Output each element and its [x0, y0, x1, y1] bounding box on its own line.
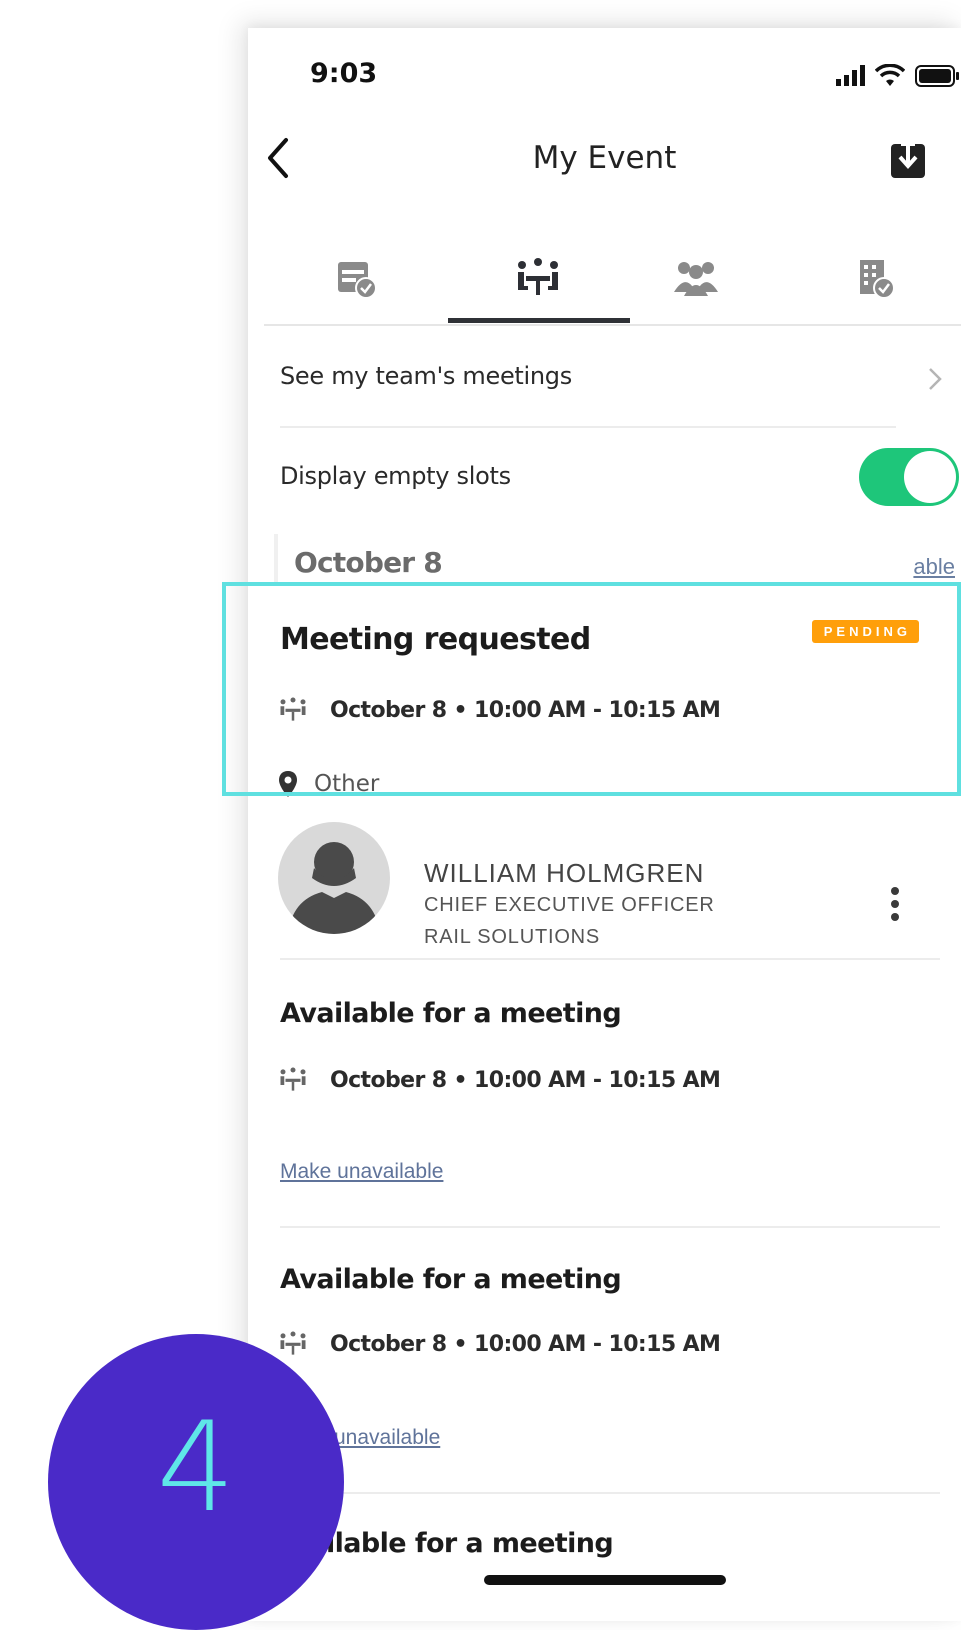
- step-number: 4: [156, 1396, 236, 1540]
- tab-exhibitors[interactable]: [814, 248, 934, 308]
- team-meetings-row[interactable]: See my team's meetings: [280, 340, 961, 416]
- slot-datetime: October 8 • 10:00 AM - 10:15 AM: [330, 1067, 721, 1093]
- tab-bar: [264, 234, 961, 326]
- highlight-outline: [222, 582, 961, 796]
- active-tab-indicator: [448, 318, 630, 323]
- team-meetings-label: See my team's meetings: [280, 362, 572, 390]
- download-icon[interactable]: [889, 138, 927, 180]
- divider: [280, 426, 896, 428]
- tab-people[interactable]: [636, 248, 756, 308]
- slot-title: Available for a meeting: [280, 1264, 622, 1295]
- empty-slots-row: Display empty slots: [280, 440, 961, 516]
- divider: [280, 1492, 940, 1494]
- status-icons: [835, 64, 961, 88]
- empty-slots-label: Display empty slots: [280, 462, 511, 490]
- tab-agenda[interactable]: [296, 248, 416, 308]
- status-time: 9:03: [310, 58, 378, 89]
- toggle-knob: [904, 451, 956, 503]
- attendee-role: CHIEF EXECUTIVE OFFICER: [424, 894, 715, 916]
- meeting-table-icon: [280, 1331, 306, 1355]
- make-unavailable-link[interactable]: Make unavailable: [280, 1160, 443, 1184]
- calendar-check-icon: [338, 262, 377, 299]
- divider: [280, 958, 940, 960]
- person-silhouette-icon: [288, 842, 380, 934]
- building-check-icon: [860, 260, 895, 299]
- wifi-icon: [875, 64, 905, 86]
- attendee-company: RAIL SOLUTIONS: [424, 926, 601, 948]
- battery-icon: [915, 65, 959, 87]
- people-group-icon: [674, 262, 718, 296]
- make-unavailable-link[interactable]: unavailable: [334, 1426, 440, 1450]
- slot-title: Available for a meeting: [280, 998, 622, 1029]
- divider: [280, 1226, 940, 1228]
- chevron-right-icon: [929, 368, 942, 390]
- page-title: My Event: [532, 140, 677, 176]
- slot-datetime-line: October 8 • 10:00 AM - 10:15 AM: [278, 1066, 721, 1094]
- home-indicator[interactable]: [484, 1575, 726, 1585]
- date-header-bar: [274, 534, 278, 586]
- section-date: October 8: [294, 546, 443, 579]
- empty-slots-toggle[interactable]: [859, 448, 959, 506]
- attendee-name[interactable]: WILLIAM HOLMGREN: [424, 858, 704, 889]
- date-header-link[interactable]: able: [913, 554, 955, 580]
- more-vertical-icon[interactable]: [889, 886, 901, 922]
- tab-meetings[interactable]: [478, 248, 598, 308]
- slot-datetime-line: October 8 • 10:00 AM - 10:15 AM: [278, 1330, 721, 1358]
- step-circle: 4: [48, 1334, 344, 1630]
- slot-datetime: October 8 • 10:00 AM - 10:15 AM: [330, 1331, 721, 1357]
- cellular-signal-icon: [836, 65, 865, 86]
- meeting-table-icon: [518, 258, 558, 295]
- avatar[interactable]: [278, 822, 390, 934]
- phone-screen: 9:03 My Event See my team's meetings Dis…: [248, 28, 961, 1621]
- slot-title: ilable for a meeting: [326, 1528, 614, 1559]
- meeting-table-icon: [280, 1067, 306, 1091]
